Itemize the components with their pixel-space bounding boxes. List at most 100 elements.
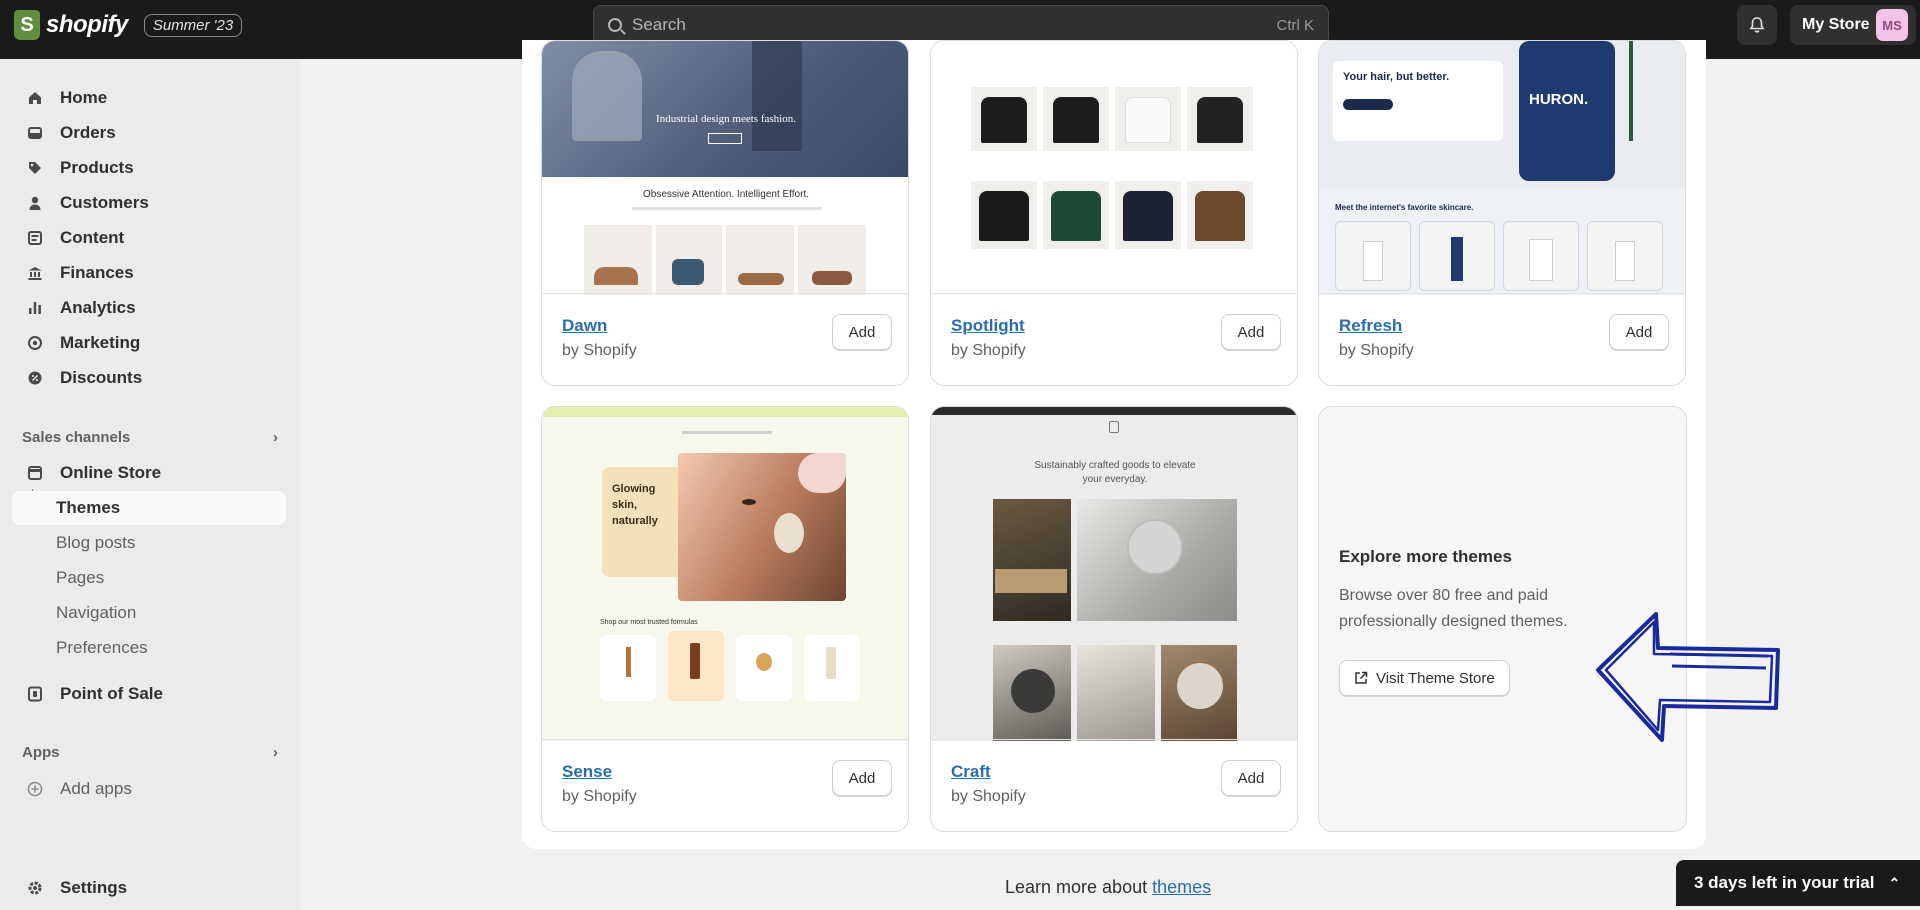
theme-preview-sense[interactable]: Glowing skin, naturally Shop our most tr… bbox=[542, 407, 908, 741]
sidebar-item-themes[interactable]: Themes bbox=[12, 491, 286, 525]
trial-banner-label: 3 days left in your trial bbox=[1694, 873, 1875, 892]
sales-channels-heading[interactable]: Sales channels › bbox=[22, 429, 278, 446]
add-circle-icon bbox=[26, 780, 44, 798]
explore-title: Explore more themes bbox=[1339, 547, 1512, 566]
theme-preview-spotlight[interactable] bbox=[931, 41, 1297, 295]
sidebar-item-navigation[interactable]: Navigation bbox=[12, 596, 286, 630]
sidebar-item-analytics[interactable]: Analytics bbox=[12, 291, 286, 325]
apps-label: Apps bbox=[22, 744, 60, 761]
edition-badge: Summer '23 bbox=[143, 13, 243, 37]
theme-name-link[interactable]: Craft bbox=[951, 762, 991, 782]
annotation-arrow-icon bbox=[1596, 612, 1780, 742]
pos-icon bbox=[26, 685, 44, 703]
sidebar-item-products[interactable]: Products bbox=[12, 151, 286, 185]
craft-preview-headline: Sustainably crafted goods to elevate you… bbox=[1034, 460, 1196, 485]
dawn-preview-subhead: Obsessive Attention. Intelligent Effort. bbox=[642, 189, 810, 200]
theme-preview-refresh[interactable]: Your hair, but better. HURON. Meet the i… bbox=[1319, 41, 1685, 295]
gear-icon bbox=[26, 879, 44, 897]
learn-more-themes-link[interactable]: themes bbox=[1152, 877, 1211, 897]
sidebar-item-preferences[interactable]: Preferences bbox=[12, 631, 286, 665]
add-theme-button[interactable]: Add bbox=[1609, 314, 1669, 350]
dawn-preview-headline: Industrial design meets fashion. bbox=[656, 113, 796, 125]
visit-theme-store-button[interactable]: Visit Theme Store bbox=[1339, 660, 1510, 696]
content-icon bbox=[26, 229, 44, 247]
sidebar-item-online-store[interactable]: Online Store bbox=[12, 456, 286, 490]
theme-preview-dawn[interactable]: Industrial design meets fashion. Obsessi… bbox=[542, 41, 908, 295]
search-placeholder: Search bbox=[632, 15, 686, 34]
sidebar-item-marketing[interactable]: Marketing bbox=[12, 326, 286, 360]
bell-icon bbox=[1749, 17, 1765, 33]
add-theme-button[interactable]: Add bbox=[1221, 314, 1281, 350]
shopify-logo[interactable]: S shopify Summer '23 bbox=[14, 10, 243, 40]
sidebar-item-label: Customers bbox=[60, 193, 149, 212]
visit-theme-store-label: Visit Theme Store bbox=[1376, 669, 1495, 687]
sidebar-item-pages[interactable]: Pages bbox=[12, 561, 286, 595]
brand-name: shopify bbox=[46, 11, 128, 38]
target-icon bbox=[26, 334, 44, 352]
sidebar-item-point-of-sale[interactable]: Point of Sale bbox=[12, 677, 286, 711]
sidebar-item-add-apps[interactable]: Add apps bbox=[12, 772, 286, 806]
theme-name-link[interactable]: Dawn bbox=[562, 316, 607, 336]
sidebar-item-label: Navigation bbox=[56, 603, 137, 622]
refresh-preview-brand: HURON. bbox=[1529, 91, 1589, 108]
theme-card-refresh: Your hair, but better. HURON. Meet the i… bbox=[1318, 40, 1686, 386]
theme-card-craft: Sustainably crafted goods to elevate you… bbox=[930, 406, 1298, 832]
home-icon bbox=[26, 89, 44, 107]
sidebar-item-home[interactable]: Home bbox=[12, 81, 286, 115]
sidebar-item-orders[interactable]: Orders bbox=[12, 116, 286, 150]
theme-card-dawn: Industrial design meets fashion. Obsessi… bbox=[541, 40, 909, 386]
sidebar-item-finances[interactable]: Finances bbox=[12, 256, 286, 290]
sidebar-item-label: Themes bbox=[56, 498, 121, 517]
sidebar-item-label: Online Store bbox=[60, 463, 162, 482]
bar-chart-icon bbox=[26, 299, 44, 317]
theme-name-link[interactable]: Sense bbox=[562, 762, 612, 782]
add-theme-button[interactable]: Add bbox=[1221, 760, 1281, 796]
sidebar-item-label: Content bbox=[60, 228, 125, 247]
theme-card-footer: Sense by Shopify Add bbox=[542, 739, 908, 831]
sidebar-item-customers[interactable]: Customers bbox=[12, 186, 286, 220]
chevron-up-icon: ⌃ bbox=[1888, 874, 1901, 891]
sales-channels-label: Sales channels bbox=[22, 429, 131, 446]
theme-card-footer: Dawn by Shopify Add bbox=[542, 293, 908, 385]
tag-icon bbox=[26, 159, 44, 177]
sidebar-item-label: Orders bbox=[60, 123, 116, 142]
theme-name-link[interactable]: Spotlight bbox=[951, 316, 1025, 336]
theme-author: by Shopify bbox=[562, 342, 637, 359]
sidebar-item-label: Settings bbox=[60, 878, 128, 897]
external-link-icon bbox=[1355, 671, 1368, 684]
sidebar-item-label: Blog posts bbox=[56, 533, 136, 552]
sidebar-item-label: Discounts bbox=[60, 368, 143, 387]
sidebar-item-label: Products bbox=[60, 158, 134, 177]
refresh-preview-section: Meet the internet's favorite skincare. bbox=[1335, 203, 1474, 212]
sidebar-item-blog-posts[interactable]: Blog posts bbox=[12, 526, 286, 560]
theme-name-link[interactable]: Refresh bbox=[1339, 316, 1402, 336]
sidebar-item-content[interactable]: Content bbox=[12, 221, 286, 255]
discount-icon bbox=[26, 369, 44, 387]
sidebar-item-discounts[interactable]: Discounts bbox=[12, 361, 286, 395]
sidebar-item-settings[interactable]: Settings bbox=[12, 871, 286, 905]
theme-author: by Shopify bbox=[951, 342, 1026, 359]
theme-card-footer: Refresh by Shopify Add bbox=[1319, 293, 1685, 385]
sidebar: Home Orders Products Customers Content F… bbox=[0, 59, 300, 910]
theme-preview-craft[interactable]: Sustainably crafted goods to elevate you… bbox=[931, 407, 1297, 741]
sense-preview-section: Shop our most trusted formulas bbox=[600, 619, 698, 626]
search-bar[interactable]: Search Ctrl K bbox=[593, 5, 1329, 45]
sidebar-item-label: Point of Sale bbox=[60, 684, 163, 703]
apps-heading[interactable]: Apps › bbox=[22, 744, 278, 761]
theme-author: by Shopify bbox=[1339, 342, 1414, 359]
notifications-button[interactable] bbox=[1737, 5, 1777, 45]
avatar: MS bbox=[1876, 9, 1908, 41]
add-theme-button[interactable]: Add bbox=[832, 314, 892, 350]
learn-more-prefix: Learn more about bbox=[1005, 877, 1153, 897]
sidebar-item-label: Preferences bbox=[56, 638, 148, 657]
sidebar-item-label: Finances bbox=[60, 263, 134, 282]
theme-card-footer: Spotlight by Shopify Add bbox=[931, 293, 1297, 385]
theme-author: by Shopify bbox=[951, 788, 1026, 805]
add-theme-button[interactable]: Add bbox=[832, 760, 892, 796]
search-icon bbox=[608, 18, 622, 32]
sidebar-item-label: Home bbox=[60, 88, 108, 107]
trial-banner[interactable]: 3 days left in your trial ⌃ bbox=[1676, 860, 1920, 906]
chevron-right-icon: › bbox=[273, 744, 278, 761]
theme-author: by Shopify bbox=[562, 788, 637, 805]
store-menu-button[interactable]: My Store MS bbox=[1790, 5, 1916, 45]
